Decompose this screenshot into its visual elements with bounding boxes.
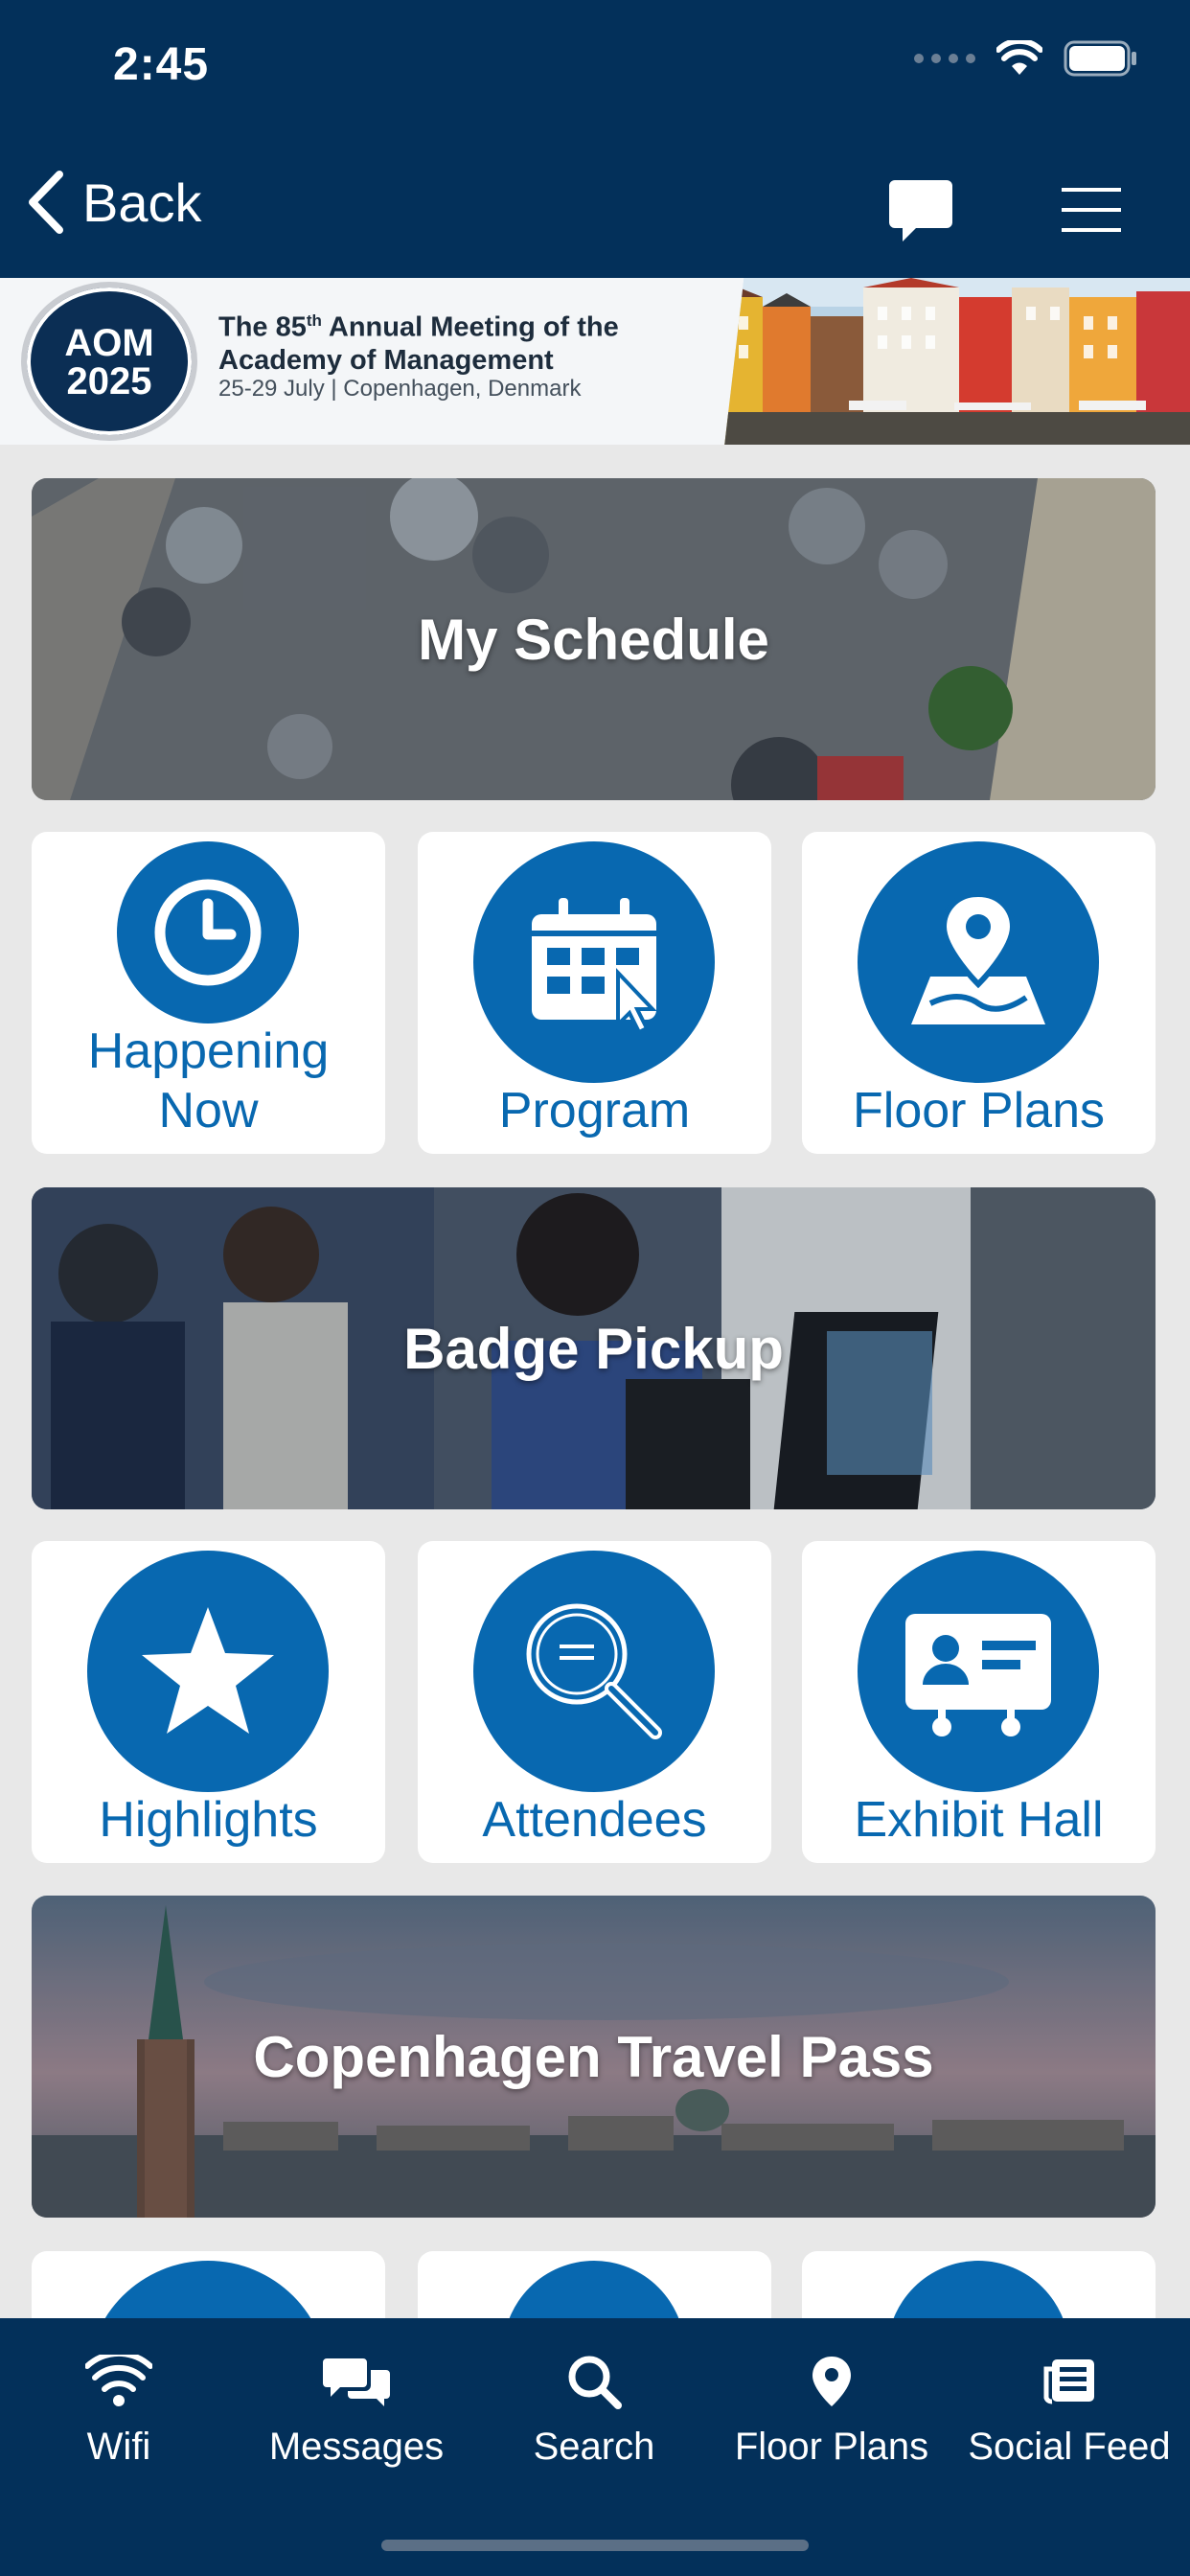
top-bar: 2:45 Back xyxy=(0,0,1190,278)
conference-banner[interactable]: AOM 2025 The 85th Annual Meeting of the … xyxy=(0,278,1190,445)
magnifier-icon xyxy=(473,1551,715,1792)
exhibit-hall-label: Exhibit Hall xyxy=(854,1792,1104,1848)
partial-tile-3[interactable] xyxy=(802,2251,1156,2328)
home-indicator[interactable] xyxy=(381,2540,809,2551)
tab-messages-label: Messages xyxy=(268,2426,445,2468)
travel-pass-label: Copenhagen Travel Pass xyxy=(253,2024,934,2089)
happening-now-tile[interactable]: Happening Now xyxy=(32,832,385,1154)
highlights-tile[interactable]: Highlights xyxy=(32,1541,385,1863)
exhibitor-booth-icon xyxy=(858,1551,1099,1792)
tab-floor-plans[interactable]: Floor Plans xyxy=(713,2337,950,2469)
program-tile[interactable]: Program xyxy=(418,832,771,1154)
floor-plans-tile[interactable]: Floor Plans xyxy=(802,832,1156,1154)
cellular-signal-icon xyxy=(914,54,975,63)
bottom-tab-bar: Wifi Messages Search Floor Plans Social … xyxy=(0,2318,1190,2576)
messages-icon xyxy=(323,2358,390,2406)
my-schedule-label: My Schedule xyxy=(418,607,769,672)
battery-icon xyxy=(1064,40,1136,77)
attendees-label: Attendees xyxy=(482,1792,707,1848)
back-button[interactable]: Back xyxy=(27,171,202,234)
tab-social-feed-label: Social Feed xyxy=(968,2426,1171,2468)
chevron-left-icon xyxy=(29,171,63,234)
news-feed-icon xyxy=(1043,2359,1094,2404)
tab-search-label: Search xyxy=(533,2426,655,2468)
happening-now-label: Happening Now xyxy=(87,1024,330,1138)
map-pin-icon xyxy=(812,2357,851,2406)
aom-logo: AOM 2025 xyxy=(21,282,197,441)
search-icon xyxy=(568,2356,622,2409)
floor-plans-label: Floor Plans xyxy=(853,1083,1105,1138)
status-icons xyxy=(914,40,1138,77)
back-label: Back xyxy=(82,172,202,233)
tab-wifi-label: Wifi xyxy=(86,2426,151,2468)
attendees-tile[interactable]: Attendees xyxy=(418,1541,771,1863)
highlights-label: Highlights xyxy=(99,1792,318,1848)
exhibit-hall-tile[interactable]: Exhibit Hall xyxy=(802,1541,1156,1863)
chat-bubble-icon[interactable] xyxy=(887,178,954,243)
badge-pickup-label: Badge Pickup xyxy=(403,1316,784,1381)
travel-pass-tile[interactable]: Copenhagen Travel Pass xyxy=(32,1896,1156,2218)
status-time: 2:45 xyxy=(113,39,210,90)
wifi-icon xyxy=(85,2355,152,2406)
map-location-icon xyxy=(858,841,1099,1083)
clock-icon xyxy=(117,841,299,1024)
partial-tile-2[interactable] xyxy=(418,2251,771,2328)
tab-search[interactable]: Search xyxy=(475,2337,713,2469)
tab-wifi[interactable]: Wifi xyxy=(0,2337,238,2469)
wifi-status-icon xyxy=(996,40,1042,75)
my-schedule-tile[interactable]: My Schedule xyxy=(32,478,1156,800)
tab-messages[interactable]: Messages xyxy=(238,2337,475,2469)
copenhagen-harbor-image xyxy=(705,278,1190,445)
banner-title: The 85th Annual Meeting of the Academy o… xyxy=(218,311,619,376)
tab-floor-plans-label: Floor Plans xyxy=(734,2426,929,2468)
star-icon xyxy=(87,1551,329,1792)
tab-social-feed[interactable]: Social Feed xyxy=(950,2337,1188,2469)
hamburger-menu-icon[interactable] xyxy=(1062,186,1121,234)
calendar-icon xyxy=(473,841,715,1083)
partial-tile-1[interactable] xyxy=(32,2251,385,2328)
badge-pickup-tile[interactable]: Badge Pickup xyxy=(32,1187,1156,1509)
banner-subtitle: 25-29 July | Copenhagen, Denmark xyxy=(218,376,582,402)
program-label: Program xyxy=(498,1083,691,1138)
